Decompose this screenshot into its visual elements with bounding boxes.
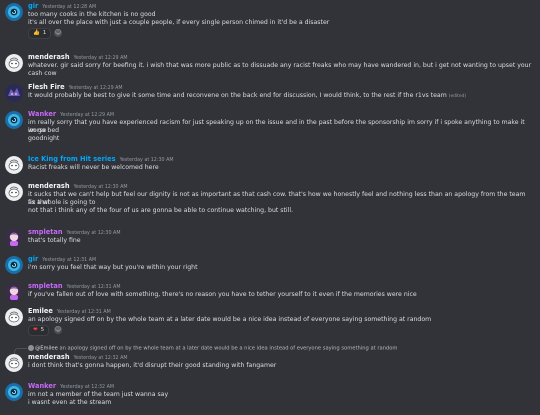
message-text-content: i dont think that's gonna happen, it'd d… — [28, 362, 277, 369]
spiral-avatar-icon[interactable] — [5, 111, 23, 129]
message-timestamp: Yesterday at 12:29 AM — [68, 86, 123, 91]
message-text: i'm sorry you feel that way but you're w… — [28, 264, 534, 272]
author-name[interactable]: Wanker — [28, 382, 56, 390]
author-name[interactable]: Emilee — [28, 307, 53, 315]
message-text: goodnight — [28, 135, 534, 143]
add-reaction-icon[interactable]: ☺ — [54, 326, 62, 335]
reaction-chip[interactable]: 👍 1 — [28, 28, 52, 40]
message-text: whatever. gir said sorry for beefing it.… — [28, 62, 534, 78]
reply-reference[interactable]: @Emilee an apology signed off on by the … — [28, 345, 534, 353]
spiral-avatar-icon[interactable] — [5, 256, 23, 274]
message-text: i wasnt even at the stream — [28, 399, 534, 407]
message-text: i dont think that's gonna happen, it'd d… — [28, 362, 534, 370]
reaction-count: 5 — [40, 327, 45, 334]
message-text: im not a member of the team just wanna s… — [28, 391, 534, 399]
character-avatar-icon[interactable] — [5, 229, 23, 247]
message-text-content: not that i think any of the four of us a… — [28, 206, 294, 214]
message-timestamp: Yesterday at 12:29 AM — [60, 113, 115, 118]
message-text: fix that — [28, 199, 534, 207]
message-text-content: whatever. gir said sorry for beefing it.… — [28, 62, 532, 77]
author-name[interactable]: smpletan — [28, 228, 63, 236]
author-name[interactable]: smpletan — [28, 282, 63, 290]
thumbs-up-icon: 👍 — [33, 30, 40, 37]
message-text-content: goodnight — [28, 134, 60, 142]
message-text-content: i'm sorry you feel that way but you're w… — [28, 264, 198, 271]
message-text: It would probably be best to give it som… — [28, 92, 534, 101]
message-text-content: too many cooks in the kitchen is no good — [28, 11, 156, 18]
reply-connector — [14, 348, 27, 354]
message-text-content: an apology signed off on by the whole te… — [28, 316, 432, 323]
author-name[interactable]: Ice King from Hit series — [28, 155, 116, 163]
message-timestamp: Yesterday at 12:32 AM — [73, 356, 128, 361]
message-timestamp: Yesterday at 12:29 AM — [73, 56, 128, 61]
author-name[interactable]: gir — [28, 2, 38, 10]
author-name[interactable]: menderash — [28, 53, 70, 61]
message-text-content: im go bed — [28, 126, 60, 134]
message-text-content: Racist freaks will never be welcomed her… — [28, 164, 159, 171]
message-timestamp: Yesterday at 12:31 AM — [66, 285, 121, 290]
message-text-content: it's all over the place with just a coup… — [28, 18, 330, 26]
message-text-content: It would probably be best to give it som… — [28, 92, 447, 99]
sketch-avatar-icon[interactable] — [5, 156, 23, 174]
message-timestamp: Yesterday at 12:31 AM — [56, 310, 111, 315]
author-name[interactable]: menderash — [28, 182, 70, 190]
message-timestamp: Yesterday at 12:30 AM — [66, 231, 121, 236]
heart-icon: ❤ — [33, 327, 38, 334]
message-text-content: i wasnt even at the stream — [28, 398, 112, 406]
spiral-avatar-icon[interactable] — [5, 3, 23, 21]
message-list: gir Yesterday at 12:28 AM too many cooks i… — [0, 0, 540, 415]
message-timestamp: Yesterday at 12:30 AM — [73, 185, 128, 190]
sketch-avatar-icon[interactable] — [5, 354, 23, 372]
creature-avatar-icon[interactable] — [5, 84, 23, 102]
reaction-count: 1 — [42, 30, 47, 37]
message-text: that's totally fine — [28, 237, 534, 245]
sketch-avatar-icon[interactable] — [5, 308, 23, 326]
author-name[interactable]: menderash — [28, 353, 70, 361]
author-name[interactable]: gir — [28, 255, 38, 263]
add-reaction-icon[interactable]: ☺ — [54, 29, 62, 38]
character-avatar-icon[interactable] — [5, 283, 23, 301]
reply-text: an apology signed off on by the whole te… — [57, 345, 398, 352]
message-timestamp: Yesterday at 12:31 AM — [42, 258, 97, 263]
sketch-avatar-icon[interactable] — [5, 54, 23, 72]
reaction-chip[interactable]: ❤ 5 — [28, 325, 50, 337]
message-text: im go bed — [28, 127, 534, 135]
message-text: too many cooks in the kitchen is no good — [28, 11, 534, 19]
reply-author: @Emilee — [35, 345, 58, 352]
message-text-content: im not a member of the team just wanna s… — [28, 391, 169, 398]
message-text: it's all over the place with just a coup… — [28, 19, 534, 27]
message-text: not that i think any of the four of us a… — [28, 207, 534, 215]
message-text-content: if you've fallen out of love with someth… — [28, 291, 417, 298]
message-timestamp: Yesterday at 12:28 AM — [42, 5, 97, 10]
message-text: an apology signed off on by the whole te… — [28, 316, 534, 324]
message-timestamp: Yesterday at 12:32 AM — [60, 385, 115, 390]
message-timestamp: Yesterday at 12:30 AM — [119, 158, 174, 163]
author-name[interactable]: Flesh Fire — [28, 83, 65, 91]
message-text: Racist freaks will never be welcomed her… — [28, 164, 534, 172]
reply-avatar — [28, 345, 34, 351]
sketch-avatar-icon[interactable] — [5, 183, 23, 201]
message-text-content: that's totally fine — [28, 237, 81, 244]
author-name[interactable]: Wanker — [28, 110, 56, 118]
message-text: if you've fallen out of love with someth… — [28, 291, 534, 299]
spiral-avatar-icon[interactable] — [5, 383, 23, 401]
edited-tag: (edited) — [448, 94, 467, 99]
message-text-content: fix that — [28, 198, 51, 206]
